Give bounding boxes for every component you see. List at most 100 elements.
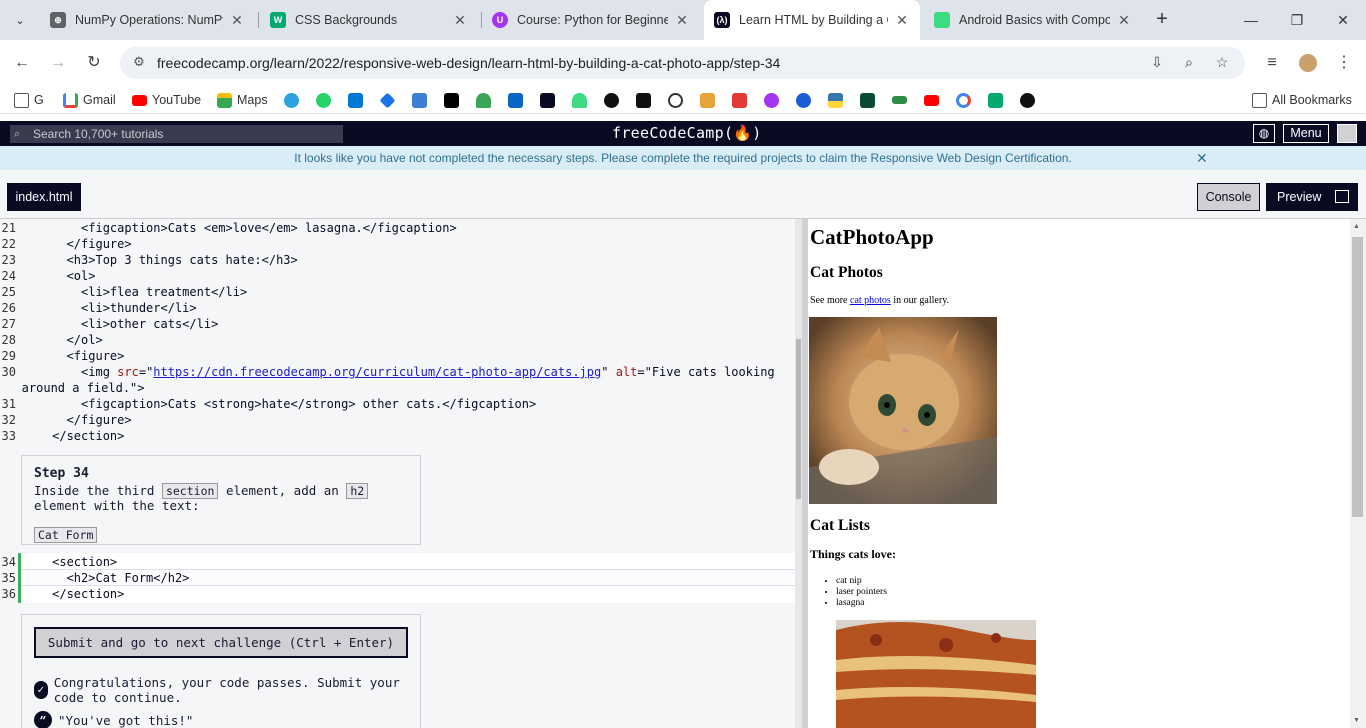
bookmark-geeksforgeeks[interactable] — [892, 92, 912, 108]
site-info-icon[interactable]: ⚙ — [130, 54, 148, 72]
bookmark-bookmark[interactable] — [732, 92, 752, 108]
window-close-icon[interactable]: ✕ — [1328, 8, 1358, 32]
tab-close-icon[interactable]: ✕ — [1116, 12, 1132, 29]
code-line[interactable]: 34 <section> — [0, 554, 118, 570]
freecodecamp-icon: (λ) — [714, 12, 730, 28]
code-line[interactable]: 35 <h2>Cat Form</h2> — [0, 570, 190, 586]
action-panel: Submit and go to next challenge (Ctrl + … — [21, 614, 421, 728]
fcc-logo[interactable]: freeCodeCamp(🔥) — [612, 124, 762, 142]
popout-icon — [1335, 190, 1349, 203]
browser-tab-css[interactable]: W CSS Backgrounds ✕ — [260, 4, 478, 36]
media-control-icon[interactable]: ≡ — [1260, 52, 1284, 74]
tab-search-chevron-icon[interactable]: ⌄ — [8, 8, 32, 32]
menu-button[interactable]: Menu — [1283, 124, 1329, 143]
bookmark-github[interactable] — [1020, 92, 1040, 108]
step-instructions: Step 34 Inside the third section element… — [21, 455, 421, 545]
quote-icon: ” — [34, 711, 52, 728]
tab-title: Android Basics with Compos — [959, 13, 1110, 27]
code-line[interactable]: 36 </section> — [0, 586, 125, 602]
udemy-icon: U — [492, 12, 508, 28]
bookmark-udemy[interactable] — [764, 92, 784, 108]
console-button[interactable]: Console — [1197, 183, 1260, 211]
omnibox[interactable]: ⚙ freecodecamp.org/learn/2022/responsive… — [120, 47, 1245, 79]
url-text[interactable]: freecodecamp.org/learn/2022/responsive-w… — [157, 55, 780, 71]
code-line: around a field."> — [0, 381, 145, 395]
new-tab-icon[interactable]: + — [1150, 8, 1174, 32]
preview-button[interactable]: Preview — [1266, 183, 1358, 211]
bookmark-vscode[interactable] — [348, 92, 368, 108]
cat-photos-link[interactable]: cat photos — [850, 295, 891, 306]
browser-tab-freecodecamp[interactable]: (λ) Learn HTML by Building a Ca ✕ — [704, 0, 920, 40]
profile-icon[interactable] — [1296, 52, 1320, 74]
bookmark-mosaic[interactable] — [379, 92, 400, 108]
browser-menu-icon[interactable]: ⋮ — [1332, 52, 1356, 74]
preview-h3-things-love: Things cats love: — [810, 547, 897, 561]
code-line: 30 <img src="https://cdn.freecodecamp.or… — [1, 365, 775, 379]
browser-tab-udemy[interactable]: U Course: Python for Beginner ✕ — [482, 4, 700, 36]
forward-arrow-icon[interactable]: → — [46, 52, 70, 74]
code-editor[interactable]: 21 <figcaption>Cats <em>love</em> lasagn… — [0, 219, 802, 728]
tab-close-icon[interactable]: ✕ — [674, 12, 690, 29]
preview-h2-cat-photos: Cat Photos — [810, 264, 883, 281]
lasagna-image[interactable] — [836, 620, 1036, 728]
search-input[interactable]: ⌕ Search 10,700+ tutorials — [10, 125, 343, 143]
reload-icon[interactable]: ↻ — [82, 52, 106, 74]
browser-tab-numpy[interactable]: ⊕ NumPy Operations: NumPy ✕ — [40, 4, 255, 36]
tab-title: Course: Python for Beginner — [517, 13, 668, 27]
bookmark-w3schools[interactable] — [988, 92, 1008, 108]
bookmark-python[interactable] — [828, 92, 848, 108]
bookmark-umbrella[interactable] — [476, 92, 496, 108]
bookmark-gmail[interactable]: Gmail — [63, 92, 116, 108]
chef-icon — [700, 92, 715, 108]
close-icon[interactable]: ✕ — [1196, 146, 1208, 170]
bookmark-google[interactable] — [956, 92, 976, 108]
bookmark-codechef[interactable] — [700, 92, 720, 108]
language-globe-icon[interactable]: ◍ — [1253, 124, 1275, 143]
bookmark-k[interactable] — [796, 92, 816, 108]
bookmark-folder-g[interactable]: G — [14, 92, 44, 108]
bookmark-linkedin[interactable] — [508, 92, 528, 108]
bookmark-freecodecamp[interactable] — [540, 92, 560, 108]
code-line: 24 <ol> — [1, 269, 96, 283]
submit-button[interactable]: Submit and go to next challenge (Ctrl + … — [34, 627, 408, 658]
file-tab-index-html[interactable]: index.html — [7, 183, 81, 211]
bookmark-youtube-2[interactable] — [924, 92, 944, 108]
bookmark-x[interactable] — [444, 92, 464, 108]
bookmark-hackerrank[interactable] — [636, 92, 656, 108]
cat-photo-image[interactable] — [809, 317, 997, 504]
tab-close-icon[interactable]: ✕ — [452, 12, 468, 29]
k-icon — [796, 92, 811, 108]
folder-icon — [1252, 92, 1267, 108]
bookmark-maps[interactable]: Maps — [217, 92, 268, 108]
bookmark-m[interactable] — [412, 92, 432, 108]
python-icon — [828, 92, 843, 108]
bookmark-chatgpt[interactable] — [668, 92, 688, 108]
editor-scrollbar[interactable] — [795, 219, 802, 728]
bookmark-android[interactable] — [572, 92, 592, 108]
bookmark-django[interactable] — [860, 92, 880, 108]
code-line: 23 <h3>Top 3 things cats hate:</h3> — [1, 253, 298, 267]
code-line: 27 <li>other cats</li> — [1, 317, 219, 331]
avatar[interactable] — [1337, 124, 1357, 143]
android-icon — [572, 92, 587, 108]
zoom-icon[interactable]: ⌕ — [1179, 54, 1199, 72]
bookmark-telegram[interactable] — [284, 92, 304, 108]
tab-close-icon[interactable]: ✕ — [894, 12, 910, 29]
install-app-icon[interactable]: ⇩ — [1147, 54, 1167, 72]
step-heading: Step 34 — [34, 466, 89, 481]
spotify-icon — [604, 92, 619, 108]
bookmark-youtube[interactable]: YouTube — [132, 92, 201, 108]
restore-icon[interactable]: ❐ — [1282, 8, 1312, 32]
preview-scrollbar[interactable]: ▲ ▼ — [1350, 219, 1366, 728]
browser-tab-android[interactable]: Android Basics with Compos ✕ — [924, 4, 1142, 36]
back-arrow-icon[interactable]: ← — [10, 52, 34, 74]
search-icon: ⌕ — [14, 128, 21, 140]
all-bookmarks[interactable]: All Bookmarks — [1252, 92, 1352, 108]
bookmark-whatsapp[interactable] — [316, 92, 336, 108]
star-icon[interactable]: ☆ — [1212, 54, 1232, 72]
step-text: Inside the third section element, add an… — [34, 483, 408, 513]
x-icon — [444, 92, 459, 108]
minimize-icon[interactable]: — — [1236, 8, 1266, 32]
bookmark-spotify[interactable] — [604, 92, 624, 108]
tab-close-icon[interactable]: ✕ — [229, 12, 245, 29]
